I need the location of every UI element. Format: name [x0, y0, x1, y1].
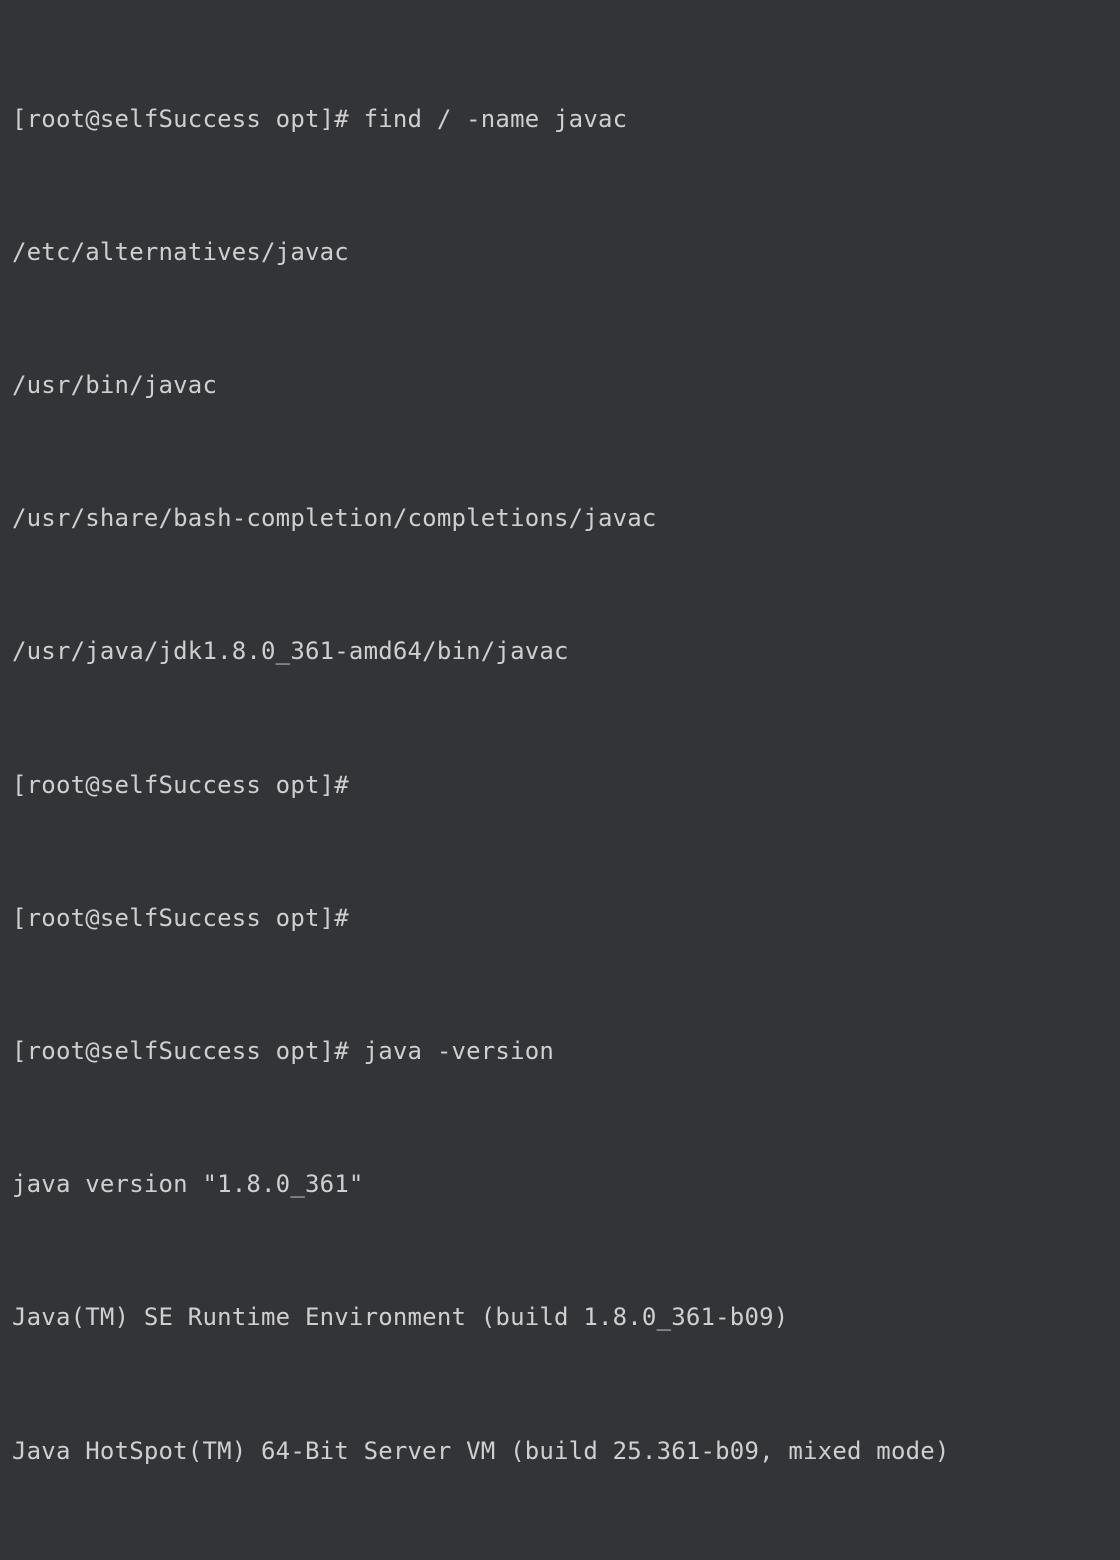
terminal-line: /usr/java/jdk1.8.0_361-amd64/bin/javac [12, 629, 1108, 673]
terminal-line: [root@selfSuccess opt]# [12, 763, 1108, 807]
terminal-viewport[interactable]: [root@selfSuccess opt]# find / -name jav… [12, 8, 1108, 1560]
terminal-line: /etc/alternatives/javac [12, 230, 1108, 274]
terminal-line: [root@selfSuccess opt]# [12, 896, 1108, 940]
terminal-line: [root@selfSuccess opt]# find / -name jav… [12, 97, 1108, 141]
terminal-line: Java HotSpot(TM) 64-Bit Server VM (build… [12, 1429, 1108, 1473]
terminal-line: /usr/bin/javac [12, 363, 1108, 407]
terminal-line: Java(TM) SE Runtime Environment (build 1… [12, 1295, 1108, 1339]
terminal-line: /usr/share/bash-completion/completions/j… [12, 496, 1108, 540]
terminal-line: [root@selfSuccess opt]# java -version [12, 1029, 1108, 1073]
terminal-line: java version "1.8.0_361" [12, 1162, 1108, 1206]
